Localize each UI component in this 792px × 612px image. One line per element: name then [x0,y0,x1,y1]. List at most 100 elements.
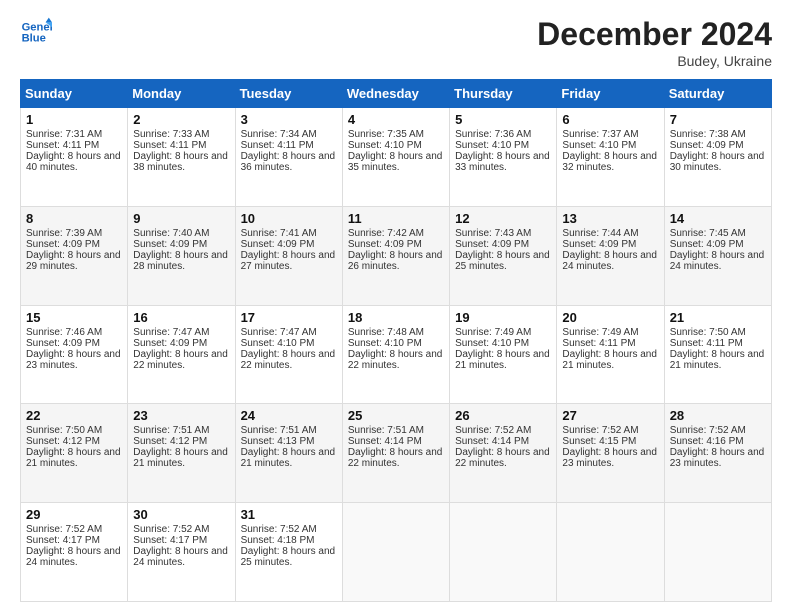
day-number: 29 [26,507,122,522]
daylight-text: Daylight: 8 hours and 21 minutes. [241,447,336,469]
sunset-text: Sunset: 4:11 PM [670,338,743,349]
sunset-text: Sunset: 4:17 PM [133,535,207,546]
col-header-monday: Monday [128,80,235,108]
sunset-text: Sunset: 4:09 PM [241,239,315,250]
calendar-cell: 29Sunrise: 7:52 AMSunset: 4:17 PMDayligh… [21,503,128,602]
day-number: 17 [241,310,337,325]
day-number: 3 [241,112,337,127]
sunset-text: Sunset: 4:10 PM [348,140,422,151]
sunrise-text: Sunrise: 7:31 AM [26,129,102,140]
sunrise-text: Sunrise: 7:49 AM [562,327,638,338]
sunrise-text: Sunrise: 7:43 AM [455,228,531,239]
sunset-text: Sunset: 4:09 PM [26,338,100,349]
svg-text:Blue: Blue [22,33,46,45]
daylight-text: Daylight: 8 hours and 25 minutes. [241,546,336,568]
subtitle: Budey, Ukraine [537,53,772,69]
sunset-text: Sunset: 4:10 PM [562,140,636,151]
calendar-cell: 2Sunrise: 7:33 AMSunset: 4:11 PMDaylight… [128,108,235,207]
daylight-text: Daylight: 8 hours and 29 minutes. [26,250,121,272]
sunrise-text: Sunrise: 7:46 AM [26,327,102,338]
calendar-cell: 1Sunrise: 7:31 AMSunset: 4:11 PMDaylight… [21,108,128,207]
sunset-text: Sunset: 4:10 PM [348,338,422,349]
sunset-text: Sunset: 4:11 PM [562,338,635,349]
sunset-text: Sunset: 4:11 PM [133,140,206,151]
week-row-5: 29Sunrise: 7:52 AMSunset: 4:17 PMDayligh… [21,503,772,602]
sunrise-text: Sunrise: 7:33 AM [133,129,209,140]
sunrise-text: Sunrise: 7:41 AM [241,228,317,239]
day-number: 30 [133,507,229,522]
day-number: 1 [26,112,122,127]
day-number: 21 [670,310,766,325]
day-number: 22 [26,408,122,423]
sunrise-text: Sunrise: 7:52 AM [455,425,531,436]
daylight-text: Daylight: 8 hours and 23 minutes. [26,349,121,371]
daylight-text: Daylight: 8 hours and 35 minutes. [348,151,443,173]
sunrise-text: Sunrise: 7:44 AM [562,228,638,239]
calendar-cell: 26Sunrise: 7:52 AMSunset: 4:14 PMDayligh… [450,404,557,503]
calendar-cell: 9Sunrise: 7:40 AMSunset: 4:09 PMDaylight… [128,206,235,305]
calendar-cell: 13Sunrise: 7:44 AMSunset: 4:09 PMDayligh… [557,206,664,305]
daylight-text: Daylight: 8 hours and 26 minutes. [348,250,443,272]
sunrise-text: Sunrise: 7:47 AM [241,327,317,338]
sunset-text: Sunset: 4:09 PM [26,239,100,250]
calendar-cell: 18Sunrise: 7:48 AMSunset: 4:10 PMDayligh… [342,305,449,404]
day-number: 16 [133,310,229,325]
daylight-text: Daylight: 8 hours and 33 minutes. [455,151,550,173]
calendar-cell: 4Sunrise: 7:35 AMSunset: 4:10 PMDaylight… [342,108,449,207]
daylight-text: Daylight: 8 hours and 38 minutes. [133,151,228,173]
sunrise-text: Sunrise: 7:50 AM [26,425,102,436]
calendar-cell [450,503,557,602]
sunrise-text: Sunrise: 7:50 AM [670,327,746,338]
calendar-cell: 6Sunrise: 7:37 AMSunset: 4:10 PMDaylight… [557,108,664,207]
calendar-cell: 19Sunrise: 7:49 AMSunset: 4:10 PMDayligh… [450,305,557,404]
calendar-cell: 10Sunrise: 7:41 AMSunset: 4:09 PMDayligh… [235,206,342,305]
main-title: December 2024 [537,16,772,53]
sunrise-text: Sunrise: 7:48 AM [348,327,424,338]
daylight-text: Daylight: 8 hours and 21 minutes. [670,349,765,371]
calendar-cell: 25Sunrise: 7:51 AMSunset: 4:14 PMDayligh… [342,404,449,503]
sunrise-text: Sunrise: 7:45 AM [670,228,746,239]
sunset-text: Sunset: 4:09 PM [133,338,207,349]
sunset-text: Sunset: 4:11 PM [241,140,314,151]
daylight-text: Daylight: 8 hours and 23 minutes. [670,447,765,469]
sunset-text: Sunset: 4:17 PM [26,535,100,546]
daylight-text: Daylight: 8 hours and 30 minutes. [670,151,765,173]
sunset-text: Sunset: 4:09 PM [670,239,744,250]
sunset-text: Sunset: 4:16 PM [670,436,744,447]
sunrise-text: Sunrise: 7:52 AM [241,524,317,535]
calendar-cell: 24Sunrise: 7:51 AMSunset: 4:13 PMDayligh… [235,404,342,503]
sunset-text: Sunset: 4:10 PM [241,338,315,349]
logo-icon: General Blue [20,16,52,48]
calendar-cell: 31 Sunrise: 7:52 AMSunset: 4:18 PMDayligh… [235,503,342,602]
calendar-cell [342,503,449,602]
week-row-2: 8Sunrise: 7:39 AMSunset: 4:09 PMDaylight… [21,206,772,305]
sunrise-text: Sunrise: 7:52 AM [133,524,209,535]
calendar-cell: 17Sunrise: 7:47 AMSunset: 4:10 PMDayligh… [235,305,342,404]
calendar-cell: 20Sunrise: 7:49 AMSunset: 4:11 PMDayligh… [557,305,664,404]
sunset-text: Sunset: 4:18 PM [241,535,315,546]
header: General Blue December 2024 Budey, Ukrain… [20,16,772,69]
day-number: 18 [348,310,444,325]
col-header-thursday: Thursday [450,80,557,108]
daylight-text: Daylight: 8 hours and 24 minutes. [670,250,765,272]
day-number: 5 [455,112,551,127]
sunrise-text: Sunrise: 7:51 AM [348,425,424,436]
calendar-table: SundayMondayTuesdayWednesdayThursdayFrid… [20,79,772,602]
calendar-cell: 11Sunrise: 7:42 AMSunset: 4:09 PMDayligh… [342,206,449,305]
daylight-text: Daylight: 8 hours and 21 minutes. [26,447,121,469]
day-number: 4 [348,112,444,127]
sunrise-text: Sunrise: 7:52 AM [562,425,638,436]
daylight-text: Daylight: 8 hours and 22 minutes. [348,447,443,469]
day-number: 31 [241,507,337,522]
day-number: 14 [670,211,766,226]
calendar-cell: 27Sunrise: 7:52 AMSunset: 4:15 PMDayligh… [557,404,664,503]
calendar-cell: 14 Sunrise: 7:45 AMSunset: 4:09 PMDayligh… [664,206,771,305]
page: General Blue December 2024 Budey, Ukrain… [0,0,792,612]
daylight-text: Daylight: 8 hours and 24 minutes. [562,250,657,272]
sunrise-text: Sunrise: 7:51 AM [241,425,317,436]
title-block: December 2024 Budey, Ukraine [537,16,772,69]
daylight-text: Daylight: 8 hours and 21 minutes. [133,447,228,469]
daylight-text: Daylight: 8 hours and 32 minutes. [562,151,657,173]
daylight-text: Daylight: 8 hours and 24 minutes. [26,546,121,568]
sunset-text: Sunset: 4:13 PM [241,436,315,447]
